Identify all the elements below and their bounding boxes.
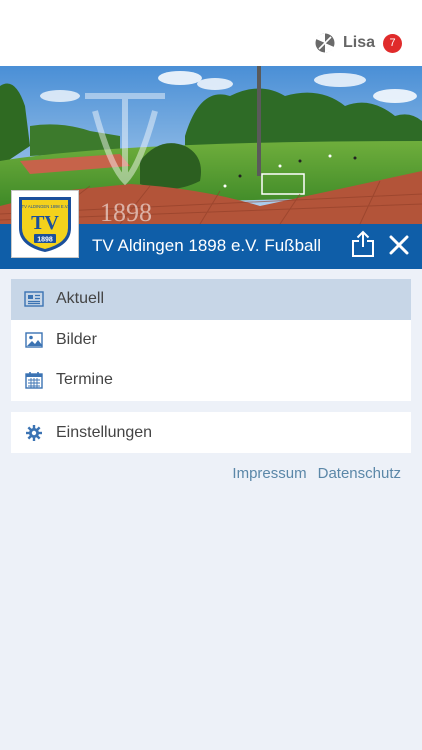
crest-ring-text: TV ALDINGEN 1898 E.V. — [22, 204, 69, 209]
menu-item-aktuell[interactable]: Aktuell — [11, 279, 411, 320]
navigation-menu: Aktuell Bilder Termine — [11, 279, 411, 401]
menu-item-termine[interactable]: Termine — [11, 360, 411, 401]
gear-icon — [24, 424, 44, 442]
footer-links: Impressum Datenschutz — [232, 465, 401, 482]
user-menu[interactable]: Lisa 7 — [315, 33, 402, 53]
club-crest: TV ALDINGEN 1898 E.V. TV 1898 — [11, 190, 79, 258]
crest-year: 1898 — [37, 237, 53, 244]
notification-badge[interactable]: 7 — [383, 33, 402, 53]
user-name[interactable]: Lisa — [343, 34, 375, 52]
datenschutz-link[interactable]: Datenschutz — [318, 465, 401, 482]
close-icon[interactable] — [388, 234, 410, 256]
crest-letters: TV — [31, 212, 59, 234]
watermark-year: 1898 — [100, 198, 152, 224]
top-bar: Lisa 7 — [0, 0, 422, 66]
club-title: TV Aldingen 1898 e.V. Fußball — [92, 236, 322, 255]
menu-item-bilder[interactable]: Bilder — [11, 320, 411, 361]
menu-item-label: Termine — [56, 371, 113, 389]
share-icon[interactable] — [351, 230, 375, 258]
settings-label: Einstellungen — [56, 423, 153, 441]
menu-item-label: Bilder — [56, 330, 97, 348]
app-logo-icon — [315, 33, 335, 53]
menu-item-einstellungen[interactable]: Einstellungen — [11, 412, 411, 453]
newspaper-icon — [24, 290, 44, 308]
menu-item-label: Aktuell — [56, 290, 105, 308]
calendar-icon — [24, 371, 44, 389]
impressum-link[interactable]: Impressum — [232, 465, 306, 482]
image-icon — [24, 331, 44, 349]
